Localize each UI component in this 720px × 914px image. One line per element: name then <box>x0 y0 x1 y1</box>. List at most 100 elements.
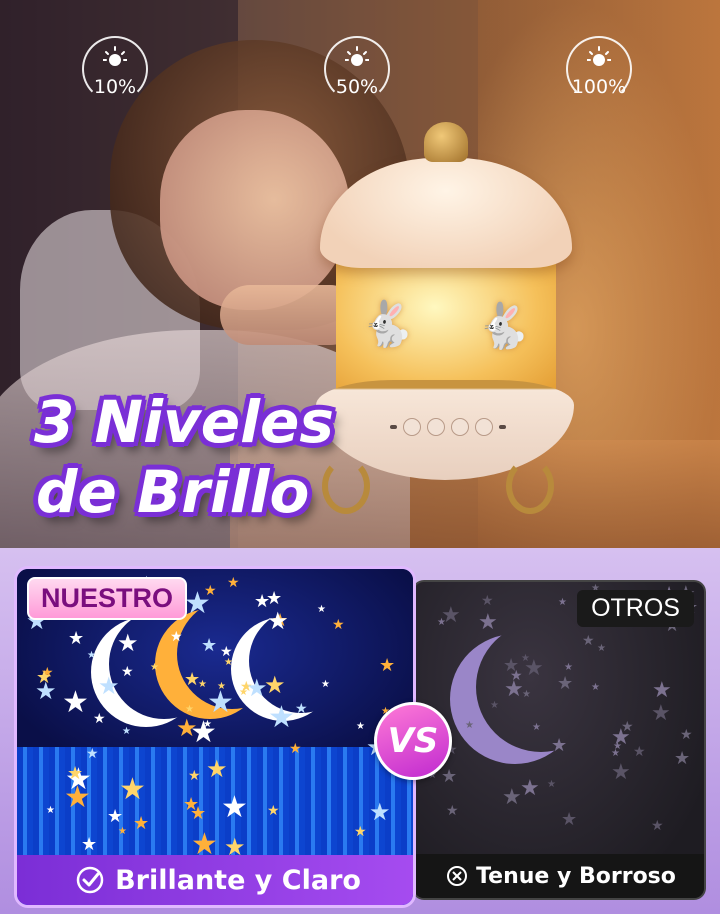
star-decoration: ★ <box>481 592 494 608</box>
lamp-leg <box>322 458 370 514</box>
ours-caption: Brillante y Claro <box>115 864 361 896</box>
others-panel: ★ ★ ★ ★ ★ ★ ★ ★ ★ ★ ★ ★ ★ ★ ★ ★ ★ ★ ★ ★ ★ ★ ★ ★ ★ ★ ★ ★ ★ ★ ★ ★ ★ ★ ★ ★ ★ ★ ★ ★… <box>412 580 706 900</box>
star-decoration: ★ <box>46 805 55 816</box>
star-decoration: ★ <box>185 704 194 715</box>
others-label: OTROS <box>577 590 694 627</box>
lamp-control-button <box>475 418 493 436</box>
star-decoration: ★ <box>520 775 540 800</box>
star-decoration: ★ <box>557 673 574 693</box>
brightness-label: 100% <box>571 76 627 98</box>
ours-panel: ★ ★ ★ ★ ★ ★ ★ ★ ★ ★ ★ ★ ★ ★ ★ ★ ★ ★ ★ ★ ★ ★ ★ ★ ★ ★ ★ ★ ★ ★ ★ ★ ★ ★ ★ ★ ★ ★ ★ ★… <box>14 566 416 908</box>
lamp-glowing-body: 🐇 🐇 <box>336 248 556 396</box>
star-decoration: ★ <box>268 701 295 734</box>
brightness-50-badge: 50% <box>324 36 390 102</box>
sun-brightness-icon <box>345 46 369 66</box>
star-decoration: ★ <box>221 791 248 824</box>
star-decoration: ★ <box>133 813 150 833</box>
star-decoration: ★ <box>86 745 99 761</box>
star-decoration: ★ <box>597 643 606 654</box>
x-circle-icon <box>447 866 468 886</box>
star-decoration: ★ <box>321 679 330 690</box>
star-decoration: ★ <box>674 748 691 768</box>
brightness-100-badge: 100% <box>566 36 632 102</box>
star-decoration: ★ <box>201 635 218 655</box>
star-decoration: ★ <box>121 663 134 679</box>
brightness-10-badge: 10% <box>82 36 148 102</box>
lamp-control-button <box>427 418 445 436</box>
star-decoration: ★ <box>62 686 89 719</box>
star-decoration: ★ <box>190 716 217 749</box>
star-decoration: ★ <box>227 574 240 590</box>
star-decoration: ★ <box>369 799 391 826</box>
comparison-section: ★ ★ ★ ★ ★ ★ ★ ★ ★ ★ ★ ★ ★ ★ ★ ★ ★ ★ ★ ★ ★ ★ ★ ★ ★ ★ ★ ★ ★ ★ ★ ★ ★ ★ ★ ★ ★ ★ ★ ★… <box>0 548 720 914</box>
star-decoration: ★ <box>224 657 233 668</box>
star-decoration: ★ <box>332 616 345 632</box>
star-decoration: ★ <box>93 710 106 726</box>
star-decoration: ★ <box>379 655 396 675</box>
star-decoration: ★ <box>118 826 127 837</box>
star-decoration: ★ <box>354 823 367 839</box>
star-decoration: ★ <box>206 756 228 783</box>
star-decoration: ★ <box>150 662 159 673</box>
star-decoration: ★ <box>220 643 233 659</box>
star-decoration: ★ <box>188 767 201 783</box>
star-decoration: ★ <box>122 726 131 737</box>
star-decoration: ★ <box>36 667 53 687</box>
star-decoration: ★ <box>502 784 522 809</box>
star-decoration: ★ <box>267 608 289 635</box>
star-decoration: ★ <box>207 686 234 719</box>
brightness-label: 10% <box>93 76 137 98</box>
bunny-figure: 🐇 <box>476 302 531 351</box>
star-decoration: ★ <box>558 597 567 608</box>
lamp-control-button <box>451 418 469 436</box>
star-decoration: ★ <box>441 602 461 627</box>
ours-label: NUESTRO <box>27 577 188 620</box>
sun-brightness-icon <box>103 46 127 66</box>
star-decoration: ★ <box>81 834 98 854</box>
star-decoration: ★ <box>170 628 183 644</box>
star-decoration: ★ <box>87 650 96 661</box>
carousel-lamp: 🐇 🐇 <box>312 118 580 528</box>
vs-text: VS <box>387 721 439 761</box>
star-decoration: ★ <box>239 687 248 698</box>
star-decoration: ★ <box>184 669 201 689</box>
star-decoration: ★ <box>561 809 578 829</box>
others-caption-bar: Tenue y Borroso <box>414 854 704 898</box>
star-decoration: ★ <box>522 689 531 700</box>
star-decoration: ★ <box>651 700 671 725</box>
star-decoration: ★ <box>317 604 326 615</box>
lamp-button-row <box>390 418 506 436</box>
star-decoration: ★ <box>478 609 498 634</box>
lamp-control-button <box>403 418 421 436</box>
star-decoration: ★ <box>611 759 631 784</box>
brightness-label: 50% <box>335 76 379 98</box>
headline-line-1: 3 Niveles <box>34 388 334 456</box>
star-decoration: ★ <box>551 735 568 755</box>
star-decoration: ★ <box>611 748 620 759</box>
star-decoration: ★ <box>521 653 530 664</box>
hero-banner: 10% 50% 100% 🐇 🐇 3 Niveles de Brillo <box>0 0 720 548</box>
lamp-roof <box>320 158 572 268</box>
star-decoration: ★ <box>67 763 84 783</box>
star-decoration: ★ <box>680 726 693 742</box>
star-decoration: ★ <box>490 700 499 711</box>
check-circle-icon <box>76 866 104 894</box>
star-decoration: ★ <box>356 721 365 732</box>
lamp-top-knob <box>424 122 468 162</box>
lamp-leg <box>506 458 554 514</box>
others-caption: Tenue y Borroso <box>476 863 676 889</box>
star-decoration: ★ <box>295 700 308 716</box>
ours-caption-bar: Brillante y Claro <box>17 855 413 905</box>
star-decoration: ★ <box>267 802 280 818</box>
star-decoration: ★ <box>564 662 573 673</box>
star-decoration: ★ <box>446 802 459 818</box>
star-decoration: ★ <box>184 587 211 620</box>
star-decoration: ★ <box>107 806 124 826</box>
star-decoration: ★ <box>264 672 286 699</box>
star-decoration: ★ <box>441 766 458 786</box>
star-decoration: ★ <box>98 673 120 700</box>
star-decoration: ★ <box>582 632 595 648</box>
star-decoration: ★ <box>532 722 541 733</box>
bunny-figure: 🐇 <box>360 300 415 349</box>
star-decoration: ★ <box>119 773 146 806</box>
